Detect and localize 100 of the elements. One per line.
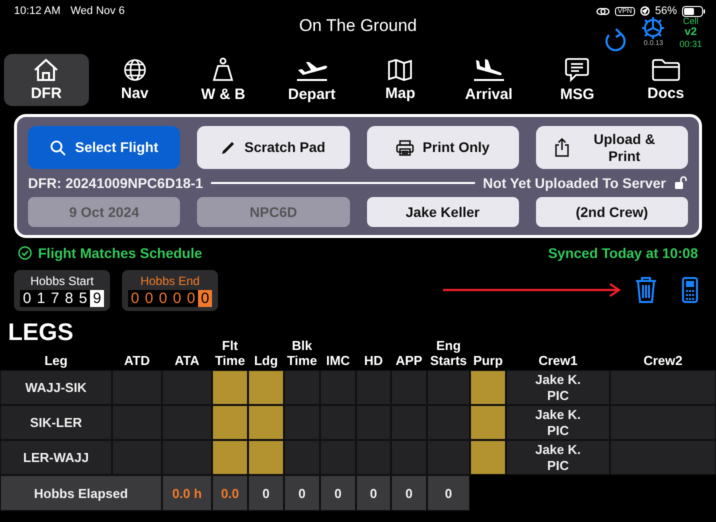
landing-plane-icon (472, 57, 506, 83)
table-cell[interactable] (112, 370, 162, 405)
column-header: ATA (174, 352, 200, 370)
column-header: HD (363, 352, 384, 370)
table-cell[interactable] (427, 405, 470, 440)
dfr-id: DFR: 20241009NPC6D18-1 (28, 175, 204, 191)
table-cell[interactable] (391, 440, 427, 475)
action-button[interactable]: Scratch Pad (197, 126, 350, 169)
table-cell[interactable] (356, 440, 391, 475)
crew-field[interactable]: (2nd Crew) (536, 197, 688, 227)
folder-icon (650, 58, 681, 82)
table-cell[interactable] (212, 440, 248, 475)
leg-cell[interactable]: LER-WAJJ (0, 440, 112, 475)
cell-version: v2 (684, 26, 697, 39)
action-button[interactable]: Print Only (366, 126, 519, 169)
column-header: Leg (43, 352, 69, 370)
battery-icon (682, 6, 706, 16)
action-button[interactable]: Select Flight (28, 126, 180, 169)
total-cell: 0.0 (212, 475, 248, 511)
upload-status: Not Yet Uploaded To Server (482, 175, 666, 191)
screen-title: On The Ground (299, 16, 417, 35)
weight-icon (212, 57, 234, 83)
table-cell[interactable] (212, 370, 248, 405)
column-header: Ldg (253, 352, 279, 370)
action-button[interactable]: Upload & Print (536, 126, 688, 169)
info-field: NPC6D (197, 197, 350, 227)
trash-icon[interactable] (634, 276, 658, 304)
total-cell: 0 (320, 475, 356, 511)
nav-tab[interactable]: W & B (181, 54, 266, 106)
table-cell[interactable] (320, 440, 356, 475)
schedule-status: Flight Matches Schedule (38, 245, 202, 261)
totals-label: Hobbs Elapsed (0, 475, 162, 511)
table-cell[interactable] (284, 370, 320, 405)
nav-tab[interactable]: Nav (92, 54, 177, 106)
clock-time: 10:12 AM (14, 5, 60, 17)
table-cell[interactable] (470, 370, 506, 405)
table-cell[interactable] (162, 440, 212, 475)
nav-tab[interactable]: MSG (535, 54, 620, 106)
table-cell[interactable] (284, 405, 320, 440)
calculator-icon[interactable] (682, 277, 698, 303)
table-cell[interactable] (112, 440, 162, 475)
nav-tab[interactable]: Arrival (446, 54, 531, 106)
table-cell[interactable] (610, 370, 716, 405)
hobbs-meter[interactable]: Hobbs Start 0 1 7 8 5 9 (14, 270, 110, 310)
nav-tab[interactable]: Docs (624, 54, 708, 106)
gear-icon[interactable] (641, 16, 666, 40)
check-circle-icon (18, 246, 32, 260)
total-cell: 0 (391, 475, 427, 511)
cell-label: Cell (682, 16, 698, 26)
table-cell[interactable]: Jake K. PIC (506, 370, 610, 405)
printer-icon (396, 140, 414, 156)
table-cell[interactable] (470, 440, 506, 475)
globe-icon (122, 58, 147, 82)
share-icon (554, 138, 570, 157)
battery-percent: 56% (654, 5, 677, 17)
table-cell[interactable] (248, 405, 284, 440)
leg-cell[interactable]: SIK-LER (0, 405, 112, 440)
table-cell[interactable] (427, 370, 470, 405)
column-header: APP (394, 352, 424, 370)
date: Wed Nov 6 (70, 5, 125, 17)
table-cell[interactable] (320, 370, 356, 405)
search-icon (50, 140, 66, 156)
nav-tab[interactable]: DFR (4, 54, 88, 106)
home-icon (33, 58, 60, 82)
unlocked-lock-icon[interactable] (674, 176, 688, 190)
sync-status: Synced Today at 10:08 (548, 245, 698, 261)
column-header: Crew1 (537, 352, 579, 370)
table-cell[interactable]: Jake K. PIC (506, 405, 610, 440)
location-icon (640, 6, 650, 16)
table-cell[interactable] (162, 370, 212, 405)
table-cell[interactable] (248, 370, 284, 405)
table-cell[interactable] (248, 440, 284, 475)
table-cell[interactable] (470, 405, 506, 440)
total-cell: 0.0 h (162, 475, 212, 511)
total-cell: 0 (427, 475, 470, 511)
crew-field[interactable]: Jake Keller (366, 197, 519, 227)
table-cell[interactable] (391, 370, 427, 405)
table-cell[interactable] (427, 440, 470, 475)
table-cell[interactable] (162, 405, 212, 440)
table-cell[interactable] (356, 370, 391, 405)
column-header: ATD (123, 352, 151, 370)
message-icon (564, 57, 590, 83)
total-cell: 0 (356, 475, 391, 511)
column-header: Crew2 (642, 352, 684, 370)
hobbs-meter[interactable]: Hobbs End 0 0 0 0 0 0 (122, 270, 218, 310)
column-header: IMC (325, 352, 351, 370)
table-cell[interactable]: Jake K. PIC (506, 440, 610, 475)
leg-cell[interactable]: WAJJ-SIK (0, 370, 112, 405)
cell-timer: 00:31 (679, 38, 702, 50)
column-header: Purp (472, 352, 504, 370)
section-title: LEGS (8, 319, 74, 346)
table-cell[interactable] (284, 440, 320, 475)
map-icon (387, 58, 414, 82)
nav-tab[interactable]: Map (358, 54, 442, 106)
table-cell[interactable] (212, 405, 248, 440)
total-cell: 0 (284, 475, 320, 511)
nav-tab[interactable]: Depart (270, 54, 354, 106)
table-cell[interactable] (610, 440, 716, 475)
refresh-icon[interactable] (603, 26, 628, 52)
pencil-icon (221, 140, 236, 154)
